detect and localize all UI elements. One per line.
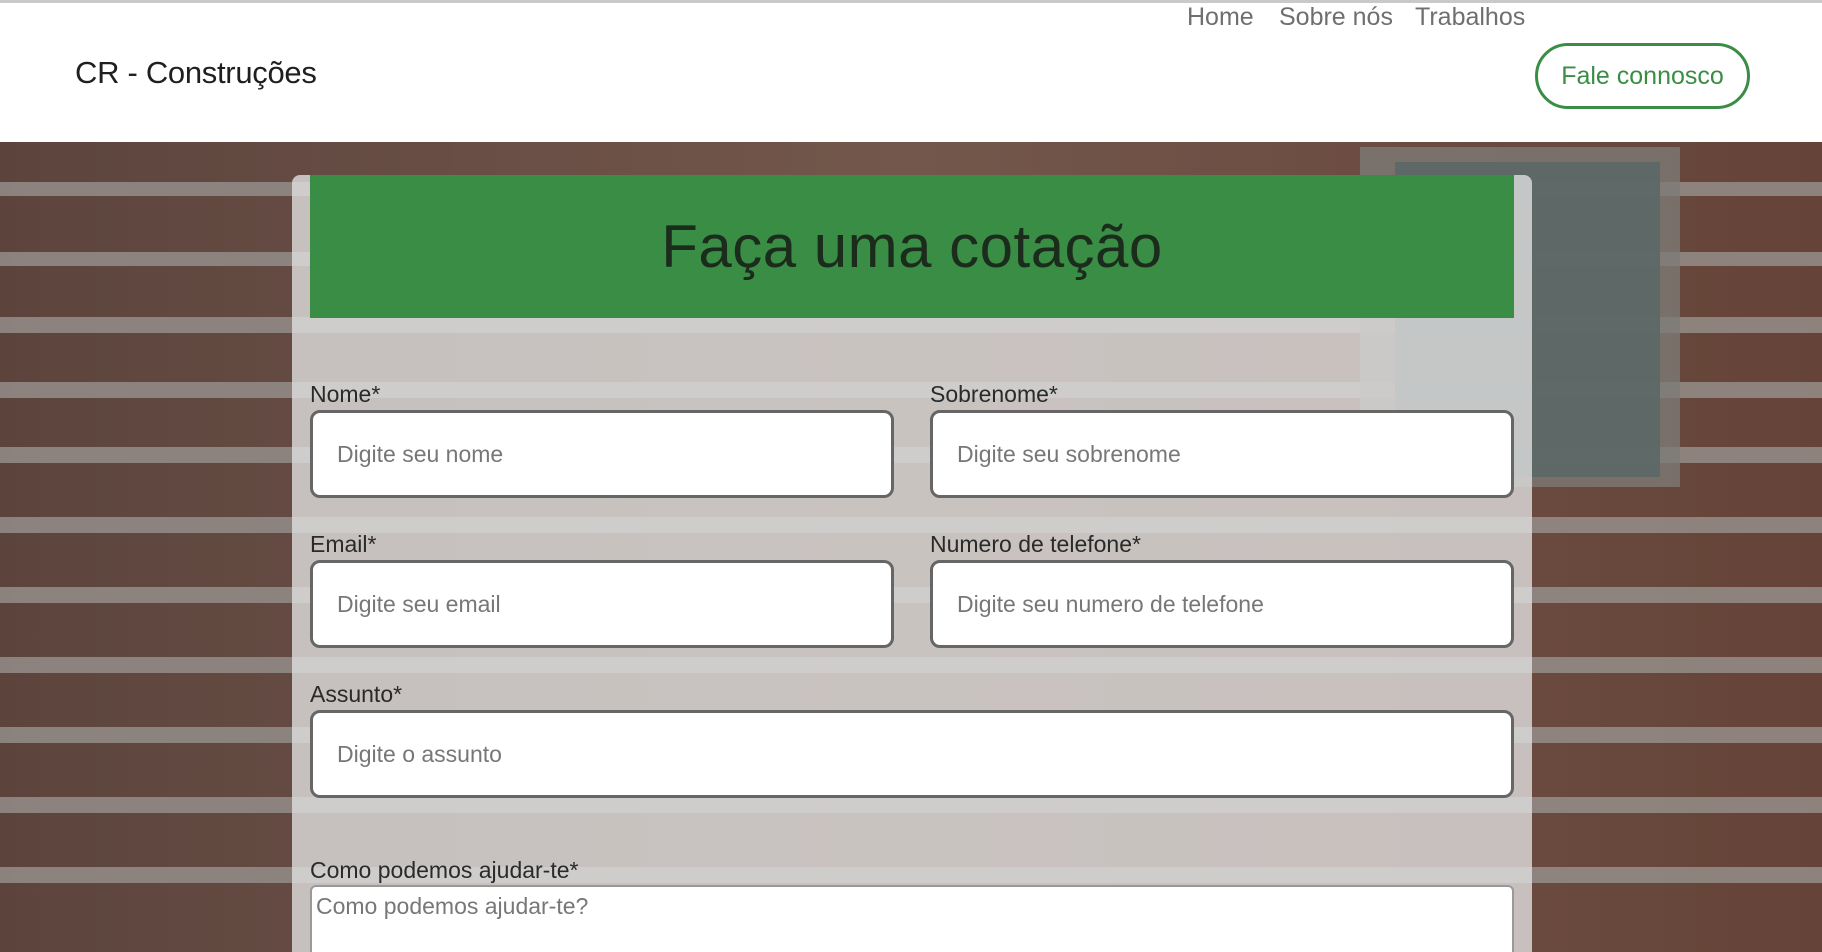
last-name-label: Sobrenome* <box>930 381 1058 407</box>
message-textarea[interactable] <box>310 885 1514 952</box>
form-header: Faça uma cotação <box>310 175 1514 318</box>
nav-link-home[interactable]: Home <box>1187 3 1254 32</box>
brand-logo-text[interactable]: CR - Construções <box>75 55 317 91</box>
form-title: Faça uma cotação <box>661 213 1163 280</box>
hero-background: Faça uma cotação Nome* Sobrenome* Email*… <box>0 142 1822 952</box>
phone-label: Numero de telefone* <box>930 531 1141 557</box>
nav-link-about[interactable]: Sobre nós <box>1279 3 1393 32</box>
last-name-input[interactable] <box>930 410 1514 498</box>
email-input[interactable] <box>310 560 894 648</box>
navbar: CR - Construções Home Sobre nós Trabalho… <box>0 3 1822 142</box>
contact-button[interactable]: Fale connosco <box>1535 43 1750 109</box>
first-name-label: Nome* <box>310 381 381 407</box>
quote-form: Faça uma cotação Nome* Sobrenome* Email*… <box>292 175 1532 952</box>
message-label: Como podemos ajudar-te* <box>310 857 579 883</box>
email-label: Email* <box>310 531 377 557</box>
first-name-input[interactable] <box>310 410 894 498</box>
subject-input[interactable] <box>310 710 1514 798</box>
nav-link-works[interactable]: Trabalhos <box>1415 3 1525 32</box>
phone-input[interactable] <box>930 560 1514 648</box>
subject-label: Assunto* <box>310 681 403 707</box>
